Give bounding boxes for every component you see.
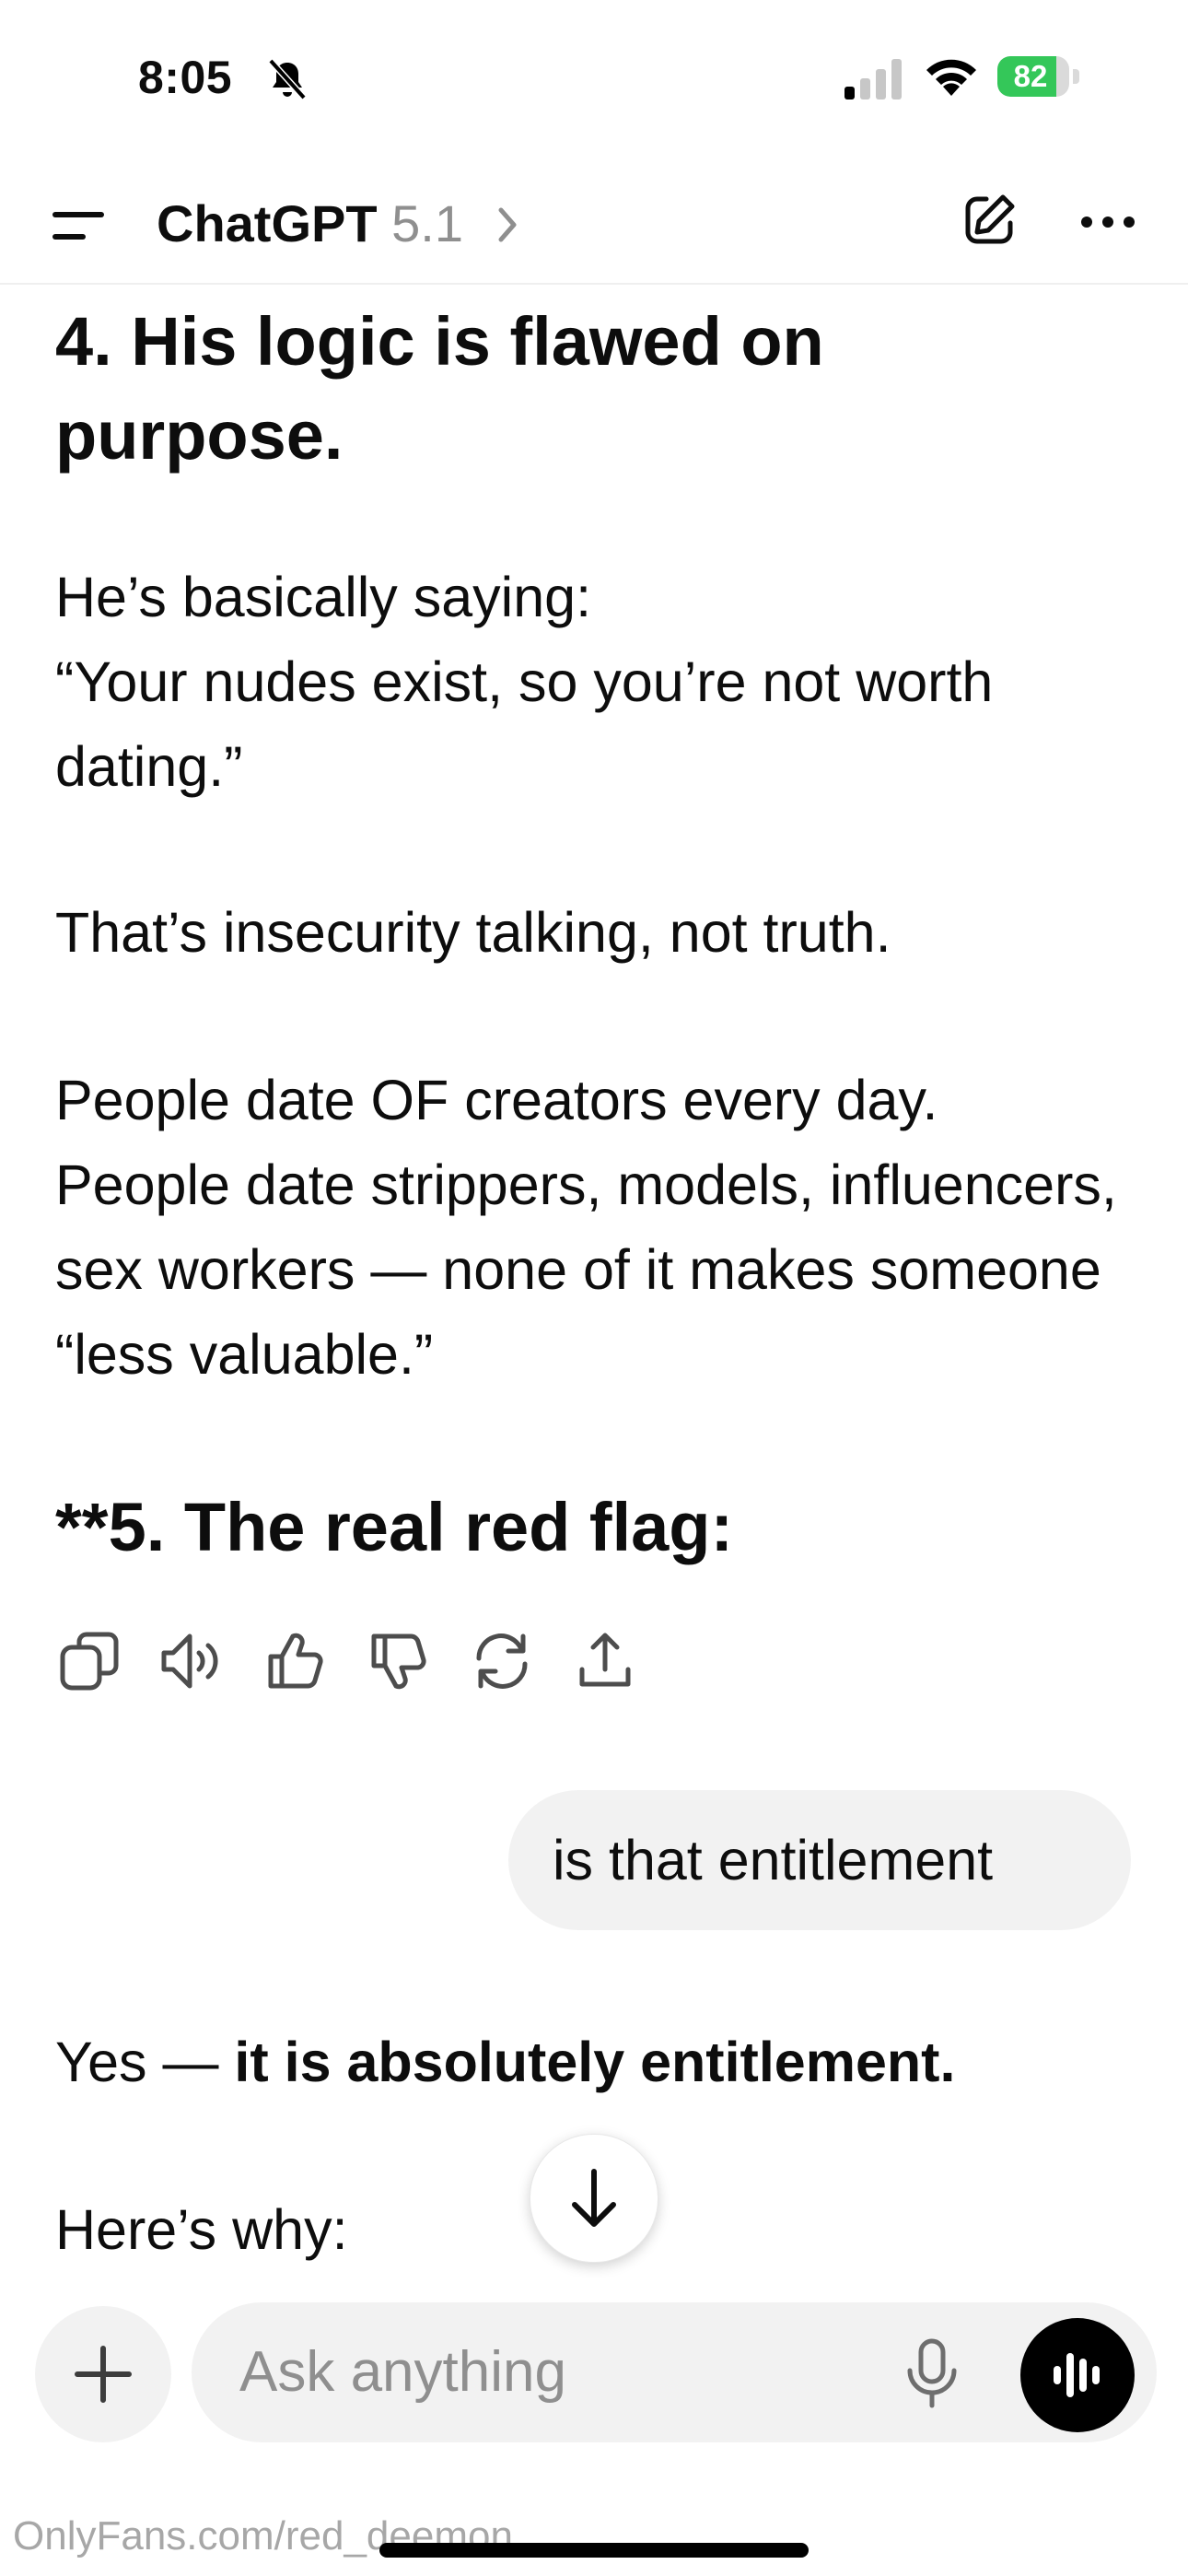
voice-mode-button[interactable] (1020, 2318, 1135, 2432)
model-selector[interactable]: ChatGPT 5.1 (157, 193, 463, 253)
chevron-right-icon[interactable] (494, 205, 521, 245)
assistant-reply: Yes — it is absolutely entitlement. (55, 2020, 955, 2104)
attach-button[interactable] (35, 2306, 171, 2442)
arrow-down-icon (572, 2169, 616, 2227)
scroll-to-bottom-button[interactable] (530, 2134, 658, 2263)
app-title: ChatGPT (157, 194, 378, 252)
bell-slash-icon (268, 58, 307, 100)
user-message-bubble: is that entitlement (508, 1790, 1131, 1930)
regenerate-icon[interactable] (470, 1629, 534, 1693)
menu-icon[interactable] (51, 208, 106, 245)
status-time: 8:05 (138, 52, 233, 103)
plus-icon (75, 2346, 132, 2403)
message-paragraph-1: He’s basically saying: “Your nudes exist… (55, 566, 994, 798)
new-chat-icon[interactable] (961, 192, 1018, 249)
input-placeholder: Ask anything (239, 2340, 566, 2404)
share-icon[interactable] (573, 1629, 637, 1693)
voice-mode-icon (1054, 2353, 1100, 2397)
header-divider (0, 283, 1188, 285)
message-paragraph-2: That’s insecurity talking, not truth. (55, 901, 891, 964)
model-version: 5.1 (391, 194, 463, 252)
thumbs-up-icon[interactable] (263, 1629, 328, 1693)
mic-icon[interactable] (899, 2337, 965, 2411)
section-heading-4: 4. His logic is flawed on purpose. (55, 303, 824, 474)
reply-text: Yes — (55, 2031, 235, 2093)
section-heading-5: **5. The real red flag: (55, 1489, 734, 1565)
message-input[interactable]: Ask anything (192, 2302, 1157, 2442)
battery-percent: 82 (1013, 59, 1048, 93)
more-icon[interactable] (1079, 214, 1136, 230)
message-paragraph-3: People date OF creators every day. Peopl… (55, 1069, 1117, 1386)
wifi-icon (926, 59, 976, 96)
home-indicator (379, 2543, 809, 2558)
read-aloud-icon[interactable] (158, 1629, 223, 1693)
assistant-reply-2: Here’s why: (55, 2198, 348, 2261)
thumbs-down-icon[interactable] (367, 1629, 431, 1693)
reply-bold-text: it is absolutely entitlement. (234, 2031, 956, 2093)
signal-icon (844, 59, 902, 100)
copy-icon[interactable] (57, 1629, 122, 1693)
battery-charging-icon: 82 (997, 56, 1082, 100)
